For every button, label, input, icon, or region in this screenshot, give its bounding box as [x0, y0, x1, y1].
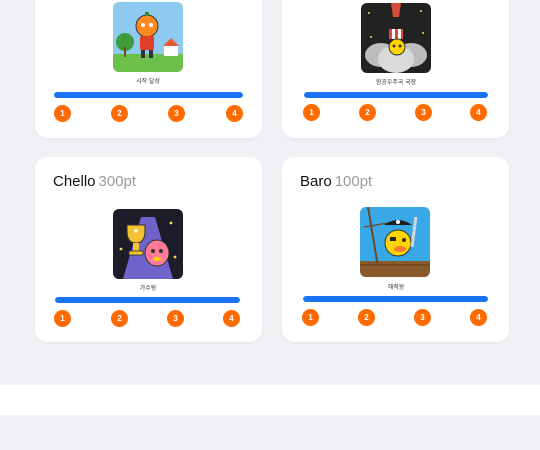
card-title: Chello 300pt: [53, 173, 136, 190]
step-3[interactable]: 3: [415, 104, 432, 121]
badge-card-chello[interactable]: Chello 300pt 가수왕 1 2 3 4: [35, 157, 262, 342]
step-2[interactable]: 2: [111, 310, 128, 327]
trophy-badge-image: [113, 209, 183, 279]
step-1[interactable]: 1: [303, 104, 320, 121]
progress-bar: [304, 92, 488, 98]
progress-bar: [55, 297, 240, 303]
member-name: Chello: [53, 173, 96, 190]
step-1[interactable]: 1: [54, 105, 71, 122]
step-1[interactable]: 1: [302, 309, 319, 326]
progress-bar: [303, 296, 488, 302]
member-name: Baro: [300, 173, 332, 190]
badge-caption: 항공우주국 국장: [375, 80, 417, 86]
badge-caption: 해적왕: [387, 285, 405, 291]
progress-bar: [54, 92, 243, 98]
badge-card-1[interactable]: 시작 달성 1 2 3 4: [35, 0, 262, 138]
badge-caption: 가수왕: [139, 286, 157, 292]
progress-fill: [304, 92, 488, 98]
badge-caption: 시작 달성: [136, 79, 160, 85]
badge-card-baro[interactable]: Baro 100pt 해적왕 1 2 3 4: [282, 157, 509, 342]
step-4[interactable]: 4: [223, 310, 240, 327]
step-2[interactable]: 2: [111, 105, 128, 122]
step-3[interactable]: 3: [167, 310, 184, 327]
card-title: Baro 100pt: [300, 173, 372, 190]
badge-card-2[interactable]: 항공우주국 국장 1 2 3 4: [282, 0, 509, 138]
step-2[interactable]: 2: [358, 309, 375, 326]
section-divider: [0, 385, 540, 415]
progress-fill: [54, 92, 243, 98]
progress-fill: [55, 297, 240, 303]
step-3[interactable]: 3: [168, 105, 185, 122]
member-points: 100pt: [334, 173, 373, 190]
pirate-badge-image: [360, 207, 430, 277]
step-1[interactable]: 1: [54, 310, 71, 327]
step-4[interactable]: 4: [470, 309, 487, 326]
member-points: 300pt: [98, 173, 137, 190]
progress-fill: [303, 296, 488, 302]
step-4[interactable]: 4: [226, 105, 243, 122]
rocket-badge-image: [361, 3, 431, 73]
step-2[interactable]: 2: [359, 104, 376, 121]
step-4[interactable]: 4: [470, 104, 487, 121]
step-3[interactable]: 3: [414, 309, 431, 326]
pumpkin-badge-image: [113, 2, 183, 72]
